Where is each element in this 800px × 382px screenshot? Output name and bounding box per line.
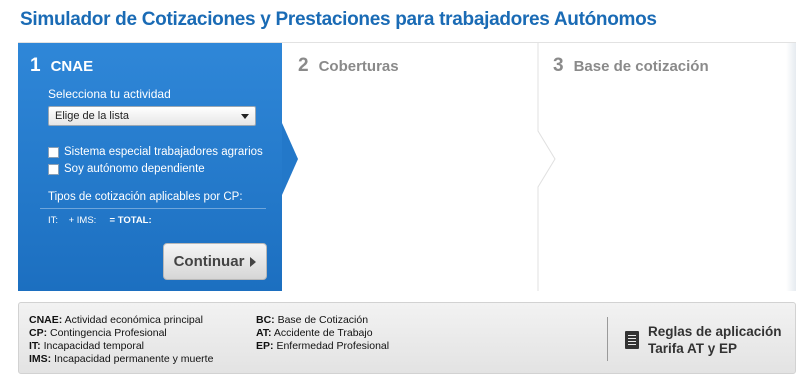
agrarios-checkbox-row[interactable]: Sistema especial trabajadores agrarios: [48, 146, 263, 158]
activity-label: Selecciona tu actividad: [48, 87, 171, 101]
dependiente-checkbox-label: Soy autónomo dependiente: [64, 163, 205, 175]
activity-select[interactable]: Elige de la lista: [48, 106, 256, 126]
step-cnae-panel: 1 CNAE Selecciona tu actividad Elige de …: [18, 43, 282, 291]
legend-item: CP: Contingencia Profesional: [29, 327, 167, 339]
legend-panel: CNAE: Actividad económica principal CP: …: [18, 302, 796, 374]
panel-edge-shadow: [786, 43, 796, 291]
legend-column-2: BC: Base de Cotización AT: Accidente de …: [256, 314, 389, 353]
activity-select-value: Elige de la lista: [55, 110, 129, 122]
legend-item: AT: Accidente de Trabajo: [256, 327, 373, 339]
legend-item: CNAE: Actividad económica principal: [29, 314, 203, 326]
dependiente-checkbox-row[interactable]: Soy autónomo dependiente: [48, 163, 205, 175]
chevron-down-icon: [241, 114, 249, 119]
legend-column-1: CNAE: Actividad económica principal CP: …: [29, 314, 213, 366]
rate-total: = TOTAL:: [109, 215, 152, 226]
title-bar: Simulador de Cotizaciones y Prestaciones…: [0, 0, 800, 38]
legend-item: IT: Incapacidad temporal: [29, 340, 144, 352]
step-separator: [537, 43, 556, 291]
step-number: 1: [30, 55, 41, 76]
legend-item: EP: Enfermedad Profesional: [256, 340, 390, 352]
continue-button[interactable]: Continuar: [163, 243, 267, 280]
continue-button-label: Continuar: [173, 253, 245, 270]
step-base-cotizacion-header[interactable]: 3 Base de cotización: [553, 55, 709, 77]
step-label: Coberturas: [318, 58, 399, 75]
page-title: Simulador de Cotizaciones y Prestaciones…: [20, 9, 657, 30]
active-step-arrow: [282, 123, 298, 195]
divider: [40, 208, 266, 209]
step-number: 3: [553, 55, 564, 76]
legend-item: IMS: Incapacidad permanente y muerte: [29, 353, 214, 365]
agrarios-checkbox-label: Sistema especial trabajadores agrarios: [64, 146, 263, 158]
tipos-cotizacion-label: Tipos de cotización aplicables por CP:: [48, 191, 243, 203]
wizard-panel: 1 CNAE Selecciona tu actividad Elige de …: [18, 42, 796, 291]
legend-divider: [607, 317, 608, 361]
step-number: 2: [298, 55, 309, 76]
rates-row: IT: + IMS: = TOTAL:: [48, 215, 152, 226]
step-coberturas-header[interactable]: 2 Coberturas: [298, 55, 399, 77]
agrarios-checkbox[interactable]: [48, 146, 59, 158]
rate-it: IT:: [48, 215, 59, 226]
reglas-line-2: Tarifa AT y EP: [648, 341, 738, 356]
dependiente-checkbox[interactable]: [48, 163, 59, 175]
legend-item: BC: Base de Cotización: [256, 314, 369, 326]
step-label: CNAE: [50, 58, 94, 75]
step-label: Base de cotización: [573, 58, 709, 75]
rate-ims: + IMS:: [68, 215, 97, 226]
reglas-line-1: Reglas de aplicación: [648, 324, 782, 339]
step-cnae-header: 1 CNAE: [30, 55, 93, 77]
document-icon: [625, 331, 639, 349]
play-arrow-icon: [250, 256, 257, 267]
reglas-aplicacion-link[interactable]: Reglas de aplicación Tarifa AT y EP: [625, 323, 782, 357]
